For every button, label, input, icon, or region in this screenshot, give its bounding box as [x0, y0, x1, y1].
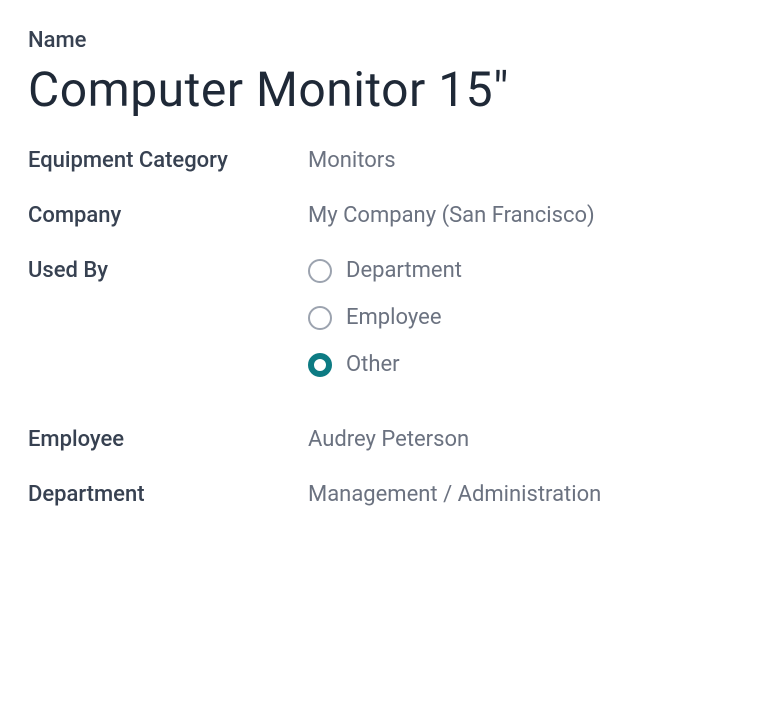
used-by-label: Used By: [28, 258, 308, 283]
employee-value[interactable]: Audrey Peterson: [308, 427, 469, 452]
radio-option-other[interactable]: Other: [308, 352, 462, 377]
equipment-form: Name Computer Monitor 15" Equipment Cate…: [28, 28, 740, 537]
name-value[interactable]: Computer Monitor 15": [28, 61, 740, 118]
radio-icon: [308, 259, 332, 283]
radio-option-department[interactable]: Department: [308, 258, 462, 283]
equipment-category-label: Equipment Category: [28, 148, 308, 173]
name-label: Name: [28, 28, 740, 53]
company-row: Company My Company (San Francisco): [28, 203, 740, 228]
used-by-radio-group: Department Employee Other: [308, 258, 462, 377]
equipment-category-row: Equipment Category Monitors: [28, 148, 740, 173]
department-label: Department: [28, 482, 308, 507]
company-label: Company: [28, 203, 308, 228]
radio-label-department: Department: [346, 258, 462, 283]
radio-label-employee: Employee: [346, 305, 442, 330]
employee-label: Employee: [28, 427, 308, 452]
department-row: Department Management / Administration: [28, 482, 740, 507]
used-by-row: Used By Department Employee Other: [28, 258, 740, 377]
radio-icon-selected: [308, 353, 332, 377]
radio-icon: [308, 306, 332, 330]
equipment-category-value[interactable]: Monitors: [308, 148, 396, 173]
department-value[interactable]: Management / Administration: [308, 482, 601, 507]
radio-label-other: Other: [346, 352, 400, 377]
employee-row: Employee Audrey Peterson: [28, 427, 740, 452]
company-value[interactable]: My Company (San Francisco): [308, 203, 595, 228]
radio-option-employee[interactable]: Employee: [308, 305, 462, 330]
